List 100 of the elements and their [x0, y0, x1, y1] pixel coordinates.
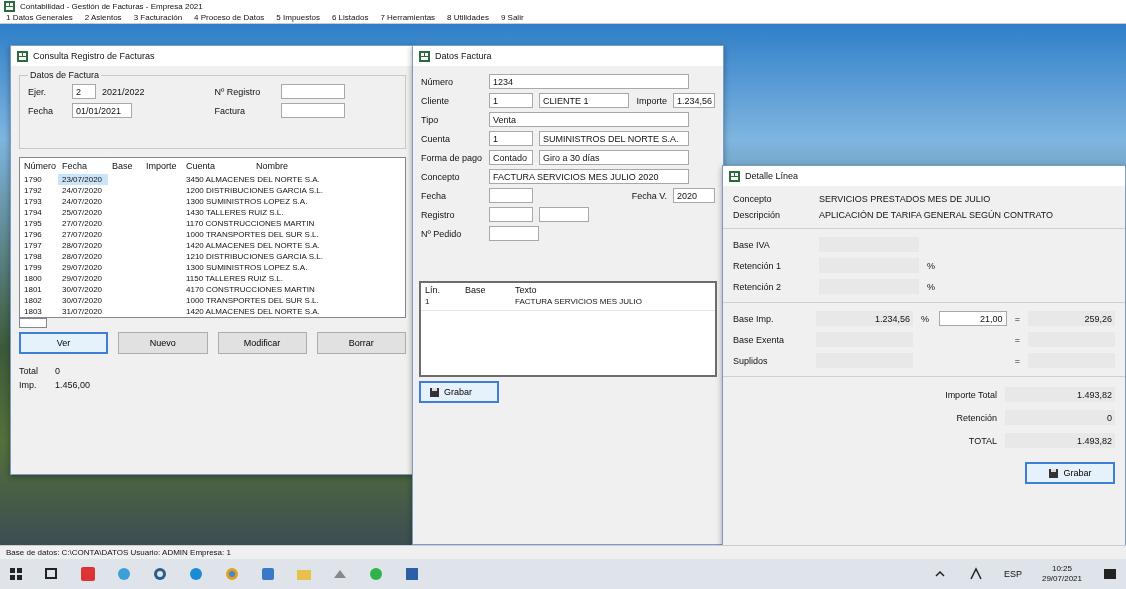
table-cell[interactable]: 1420 ALMACENES DEL NORTE S.A.	[182, 240, 405, 251]
input-field[interactable]: Contado	[489, 150, 533, 165]
table-cell[interactable]: 27/07/2020	[58, 218, 108, 229]
table-cell[interactable]: 30/07/2020	[58, 284, 108, 295]
input-field[interactable]: FACTURA SERVICIOS MES JULIO 2020	[489, 169, 689, 184]
table-cell[interactable]: 1800	[20, 273, 58, 284]
table-cell[interactable]: 30/07/2020	[58, 295, 108, 306]
input-field[interactable]: 01/01/2021	[72, 103, 132, 118]
field-label: Nº Pedido	[421, 228, 463, 239]
app-icon[interactable]	[404, 566, 420, 582]
menu-item[interactable]: 9 Salir	[500, 13, 524, 22]
table-cell[interactable]: 1150 TALLERES RUIZ S.L.	[182, 273, 405, 284]
table-cell[interactable]: 1803	[20, 306, 58, 317]
action-button[interactable]: Nuevo	[118, 332, 208, 354]
input-field[interactable]: 1.493,82	[1005, 433, 1115, 448]
table-cell[interactable]: 1300 SUMINISTROS LOPEZ S.A.	[182, 196, 405, 207]
table-cell[interactable]: 1	[421, 297, 461, 311]
table-cell[interactable]: 1420 ALMACENES DEL NORTE S.A.	[182, 306, 405, 317]
table-cell[interactable]: 1802	[20, 295, 58, 306]
input-field[interactable]: 1	[489, 93, 533, 108]
chat-icon[interactable]	[368, 566, 384, 582]
table-cell[interactable]: 28/07/2020	[58, 240, 108, 251]
table-cell[interactable]: 1210 DISTRIBUCIONES GARCIA S.L.	[182, 251, 405, 262]
input-field[interactable]: 2020	[673, 188, 715, 203]
table-cell[interactable]: 1000 TRANSPORTES DEL SUR S.L.	[182, 229, 405, 240]
table-cell[interactable]: 1792	[20, 185, 58, 196]
input-field[interactable]	[489, 207, 533, 222]
table-cell[interactable]: 29/07/2020	[58, 273, 108, 284]
app-icon[interactable]	[116, 566, 132, 582]
table-cell[interactable]: 4170 CONSTRUCCIONES MARTIN	[182, 284, 405, 295]
browser-icon[interactable]	[224, 566, 240, 582]
input-field[interactable]: Giro a 30 días	[539, 150, 689, 165]
input-field[interactable]: 1234	[489, 74, 689, 89]
table-cell[interactable]: 1300 SUMINISTROS LOPEZ S.A.	[182, 262, 405, 273]
table-cell[interactable]: 1170 CONSTRUCCIONES MARTIN	[182, 218, 405, 229]
input-field[interactable]	[489, 226, 539, 241]
table-cell[interactable]: 1798	[20, 251, 58, 262]
input-field[interactable]: 1	[489, 131, 533, 146]
input-field[interactable]	[489, 188, 533, 203]
table-cell[interactable]: 3450 ALMACENES DEL NORTE S.A.	[182, 174, 405, 185]
app-icon[interactable]	[152, 566, 168, 582]
keyboard-language[interactable]: ESP	[1003, 569, 1022, 579]
table-cell[interactable]: 1793	[20, 196, 58, 207]
table-cell[interactable]: 1799	[20, 262, 58, 273]
table-cell[interactable]: 1795	[20, 218, 58, 229]
table-cell[interactable]: 1797	[20, 240, 58, 251]
table-cell[interactable]: 24/07/2020	[58, 185, 108, 196]
save-button[interactable]: Grabar	[419, 381, 499, 403]
input-field[interactable]: 2	[72, 84, 96, 99]
input-field[interactable]: 259,26	[1027, 311, 1115, 326]
input-field[interactable]: Venta	[489, 112, 689, 127]
menu-item[interactable]: 5 Impuestos	[276, 13, 320, 22]
input-field[interactable]	[539, 207, 589, 222]
table-cell[interactable]: 24/07/2020	[58, 196, 108, 207]
table-cell[interactable]: 29/07/2020	[58, 262, 108, 273]
menu-item[interactable]: 7 Herramientas	[380, 13, 436, 22]
table-cell[interactable]: 1000 TRANSPORTES DEL SUR S.L.	[182, 295, 405, 306]
action-button[interactable]: Modificar	[217, 332, 307, 354]
menu-item[interactable]: 2 Asientos	[84, 13, 122, 22]
table-cell[interactable]: 1430 TALLERES RUIZ S.L.	[182, 207, 405, 218]
menu-item[interactable]: 6 Listados	[331, 13, 369, 22]
status-text: Base de datos: C:\CONTA\DATOS Usuario: ADMIN Empresa: 1	[6, 548, 231, 557]
field-label: Factura	[214, 105, 246, 116]
table-cell[interactable]: 23/07/2020	[58, 174, 108, 185]
field-label: Nº Registro	[214, 86, 262, 97]
app-icon	[729, 170, 740, 182]
notification-icon[interactable]	[1102, 566, 1118, 582]
clock[interactable]: 10:25 29/07/2021	[1041, 564, 1082, 584]
windows-start-icon[interactable]	[8, 566, 24, 582]
horizontal-scrollbar[interactable]	[19, 318, 47, 328]
browser-icon[interactable]	[188, 566, 204, 582]
action-button[interactable]: Borrar	[316, 332, 406, 354]
task-view-icon[interactable]	[44, 566, 60, 582]
input-field[interactable]: 1.234,56	[816, 311, 914, 326]
input-field[interactable]: CLIENTE 1	[539, 93, 629, 108]
menu-item[interactable]: 1 Datos Generales	[6, 13, 73, 22]
table-cell[interactable]: 27/07/2020	[58, 229, 108, 240]
input-field[interactable]: 1.493,82	[1005, 387, 1115, 402]
action-button[interactable]: Ver	[19, 332, 109, 354]
input-field[interactable]: SUMINISTROS DEL NORTE S.A.	[539, 131, 689, 146]
menu-item[interactable]: 3 Facturación	[133, 13, 183, 22]
table-cell[interactable]: 1790	[20, 174, 58, 185]
table-cell[interactable]: 1200 DISTRIBUCIONES GARCIA S.L.	[182, 185, 405, 196]
input-field[interactable]: 1.234,56	[673, 93, 715, 108]
app-icon[interactable]	[260, 566, 276, 582]
app-icon[interactable]	[80, 566, 96, 582]
input-field[interactable]: 21,00	[938, 311, 1007, 326]
menu-item[interactable]: 4 Proceso de Datos	[194, 13, 265, 22]
table-cell[interactable]: FACTURA SERVICIOS MES JULIO	[511, 297, 715, 311]
input-field[interactable]	[280, 103, 345, 118]
table-cell[interactable]: 1796	[20, 229, 58, 240]
table-cell[interactable]: 1794	[20, 207, 58, 218]
table-cell[interactable]: 28/07/2020	[58, 251, 108, 262]
menu-item[interactable]: 8 Utilidades	[447, 13, 489, 22]
table-cell[interactable]: 31/07/2020	[58, 306, 108, 317]
save-button[interactable]: Grabar	[1025, 462, 1115, 484]
input-field[interactable]	[280, 84, 345, 99]
table-cell[interactable]: 25/07/2020	[58, 207, 108, 218]
table-cell[interactable]: 1801	[20, 284, 58, 295]
input-field[interactable]: 0	[1005, 410, 1115, 425]
